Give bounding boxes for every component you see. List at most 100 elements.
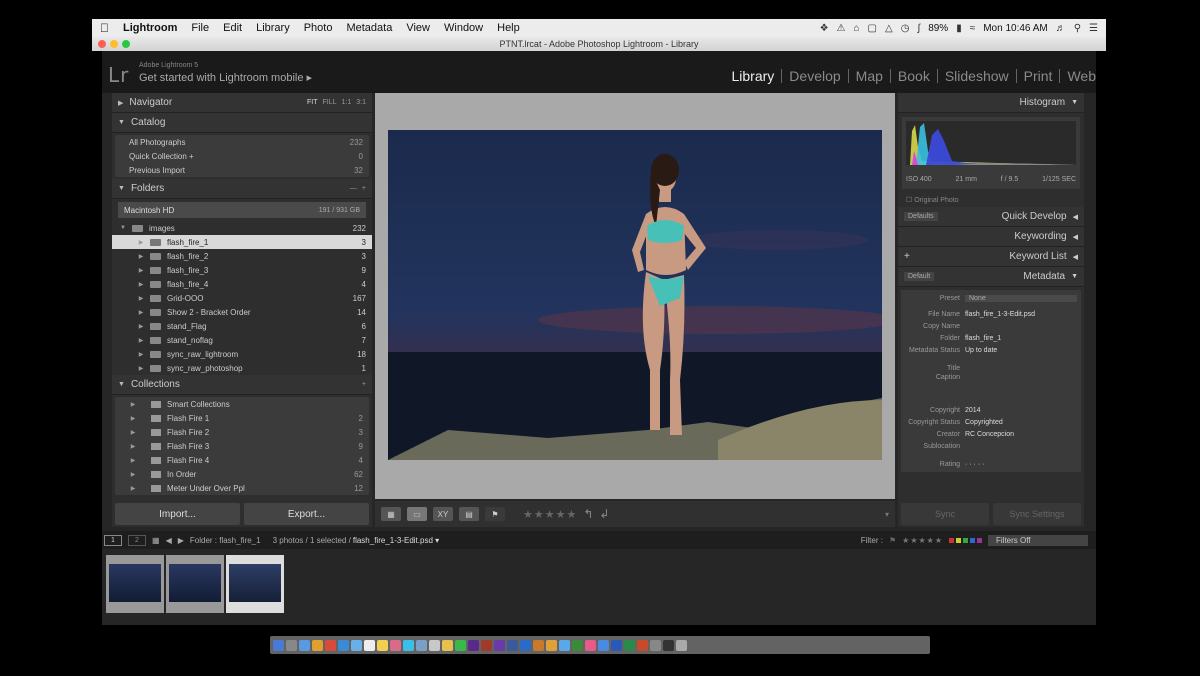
folder-item[interactable]: ▶ flash_fire_1 3 (112, 235, 372, 249)
folder-item[interactable]: ▶ stand_noflag 7 (112, 333, 372, 347)
filmstrip-thumbnail[interactable] (166, 555, 224, 613)
filmstrip-thumbnail-selected[interactable] (226, 555, 284, 613)
loupe-view-button[interactable]: ▭ (407, 507, 427, 521)
textedit-icon[interactable] (429, 639, 440, 651)
messages-icon[interactable] (351, 639, 362, 651)
grid-icon[interactable]: ▦ (152, 536, 160, 545)
metadata-value[interactable]: Up to date (965, 347, 1081, 354)
compare-view-button[interactable]: XY (433, 507, 453, 521)
clock[interactable]: Mon 10:46 AM (983, 23, 1047, 34)
main-photo[interactable] (388, 130, 882, 460)
appstore-icon[interactable] (598, 639, 609, 651)
firefox-icon[interactable] (325, 639, 336, 651)
import-button[interactable]: Import... (115, 503, 240, 525)
finder-icon[interactable] (273, 639, 284, 651)
metadata-value[interactable]: flash_fire_1-3-Edit.psd (965, 311, 1081, 318)
minus-icon[interactable]: — (350, 185, 357, 192)
export-button[interactable]: Export... (244, 503, 369, 525)
spotify-icon[interactable] (455, 639, 466, 651)
green-label-icon[interactable] (963, 537, 968, 543)
catalog-item-previous[interactable]: Previous Import 32 (115, 163, 369, 177)
expand-icon[interactable]: ▶ (136, 323, 146, 330)
module-print[interactable]: Print (1017, 69, 1061, 83)
rotate-right-icon[interactable]: ↲ (599, 507, 609, 521)
red-label-icon[interactable] (949, 537, 954, 543)
itunes-icon[interactable] (585, 639, 596, 651)
excel-icon[interactable] (624, 639, 635, 651)
zoom-fit[interactable]: FIT (307, 99, 318, 106)
collapse-icon[interactable]: ▼ (118, 225, 128, 231)
timemachine-icon[interactable]: ◷ (901, 23, 910, 34)
purple-label-icon[interactable] (977, 537, 982, 543)
close-window-button[interactable] (98, 40, 106, 48)
mail-icon[interactable] (338, 639, 349, 651)
expand-icon[interactable]: ▶ (136, 295, 146, 302)
expand-icon[interactable]: ▶ (115, 471, 151, 478)
premiere-icon[interactable] (494, 639, 505, 651)
expand-icon[interactable]: ▶ (115, 429, 151, 436)
expand-icon[interactable]: ▶ (136, 309, 146, 316)
filmstrip-thumbnail[interactable] (106, 555, 164, 613)
filter-preset-select[interactable]: Filters Off (988, 534, 1088, 546)
original-photo-toggle[interactable]: ☐ Original Photo (898, 193, 1084, 207)
color-label-filter[interactable] (949, 537, 982, 543)
photoshop-icon[interactable] (520, 639, 531, 651)
folder-item[interactable]: ▶ Grid-OOO 167 (112, 291, 372, 305)
illustrator-icon[interactable] (481, 639, 492, 651)
powerpoint-icon[interactable] (637, 639, 648, 651)
checkbox-icon[interactable]: ☐ (906, 197, 914, 204)
module-develop[interactable]: Develop (782, 69, 849, 83)
app-menu[interactable]: Lightroom (123, 22, 177, 34)
metadata-value[interactable]: 2014 (965, 407, 1081, 414)
expand-icon[interactable]: ▶ (115, 485, 151, 492)
module-map[interactable]: Map (849, 69, 891, 83)
menu-window[interactable]: Window (444, 22, 483, 34)
home-icon[interactable]: ⌂ (854, 23, 860, 34)
volume-macintosh-hd[interactable]: Macintosh HD 191 / 931 GB (118, 202, 366, 218)
folder-item[interactable]: ▶ flash_fire_4 4 (112, 277, 372, 291)
metadata-value[interactable]: flash_fire_1 (965, 335, 1081, 342)
expand-icon[interactable]: ▶ (136, 351, 146, 358)
module-slideshow[interactable]: Slideshow (938, 69, 1017, 83)
zoom-1-1[interactable]: 1:1 (342, 99, 352, 106)
module-web[interactable]: Web (1060, 69, 1096, 83)
collection-item[interactable]: ▶ Flash Fire 4 4 (115, 453, 369, 467)
metadata-preset-select[interactable]: None (965, 294, 1077, 302)
menu-library[interactable]: Library (256, 22, 290, 34)
collection-item[interactable]: ▶ Smart Collections (115, 397, 369, 411)
metadata-value[interactable]: Copyrighted (965, 419, 1081, 426)
sync-settings-button[interactable]: Sync Settings (993, 503, 1081, 525)
bridge-icon[interactable] (533, 639, 544, 651)
filter-stars[interactable]: ★★★★★ (902, 536, 943, 545)
quick-develop-preset[interactable]: Defaults (904, 212, 938, 221)
histogram-header[interactable]: Histogram ▼ (898, 93, 1084, 113)
zoom-window-button[interactable] (122, 40, 130, 48)
system-preferences-icon[interactable] (650, 639, 661, 651)
after-effects-icon[interactable] (468, 639, 479, 651)
grid-view-button[interactable]: ▦ (381, 507, 401, 521)
module-library[interactable]: Library (725, 69, 783, 83)
plus-icon[interactable]: + (362, 381, 366, 388)
expand-icon[interactable]: ▶ (115, 443, 151, 450)
expand-icon[interactable]: ▶ (136, 267, 146, 274)
skype-icon[interactable] (403, 639, 414, 651)
navigator-header[interactable]: ▶ Navigator FIT FILL 1:1 3:1 (112, 93, 372, 113)
metadata-preset[interactable]: Default (904, 272, 935, 281)
folder-item[interactable]: ▶ sync_raw_lightroom 18 (112, 347, 372, 361)
folder-item[interactable]: ▶ stand_Flag 6 (112, 319, 372, 333)
folder-item[interactable]: ▶ flash_fire_2 3 (112, 249, 372, 263)
dropbox-icon[interactable]: ❖ (820, 23, 829, 34)
zoom-fill[interactable]: FILL (323, 99, 337, 106)
menu-photo[interactable]: Photo (304, 22, 333, 34)
primary-display-button[interactable]: 1 (104, 534, 122, 546)
terminal-icon[interactable] (663, 639, 674, 651)
plus-icon[interactable]: + (362, 185, 366, 192)
plus-icon[interactable]: + (904, 251, 910, 262)
volume-icon[interactable]: ♬ (1056, 23, 1066, 34)
metadata-header[interactable]: Default Metadata ▼ (898, 267, 1084, 287)
rating-stars[interactable]: ★★★★★ (523, 508, 577, 521)
keyword-list-header[interactable]: + Keyword List ◀ (898, 247, 1084, 267)
menu-metadata[interactable]: Metadata (346, 22, 392, 34)
module-book[interactable]: Book (891, 69, 938, 83)
battery-percent[interactable]: 89% (928, 23, 948, 34)
